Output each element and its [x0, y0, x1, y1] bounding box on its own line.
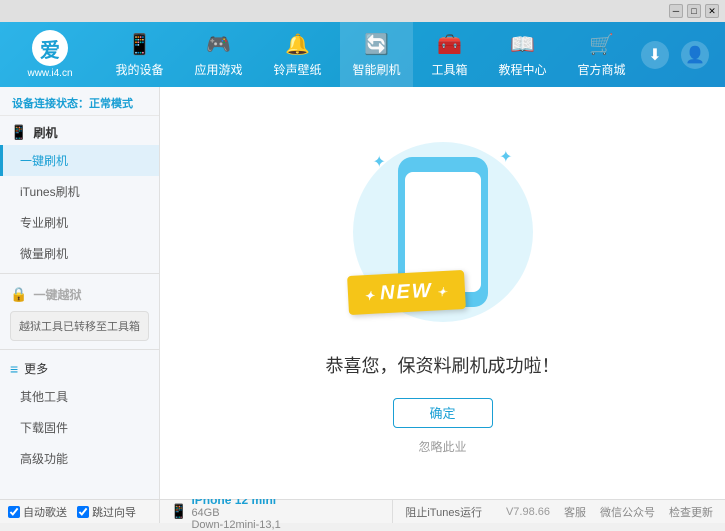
device-firmware: Down-12mini-13,1: [191, 519, 280, 531]
auto-close-input[interactable]: [8, 506, 20, 518]
nav-smart-flash-label: 智能刷机: [352, 61, 400, 78]
minimize-button[interactable]: ─: [669, 4, 683, 18]
nav-ringtone[interactable]: 🔔 铃声壁纸: [261, 22, 333, 87]
device-icon: 📱: [170, 503, 187, 520]
close-button[interactable]: ✕: [705, 4, 719, 18]
nav-toolbox-label: 工具箱: [431, 61, 467, 78]
sparkle-2: ✦: [499, 147, 512, 167]
nav-official-store-label: 官方商城: [577, 61, 625, 78]
logo-url: www.i4.cn: [27, 68, 72, 79]
save-flash-label: 微量刷机: [20, 247, 68, 261]
skip-wizard-label: 跳过向导: [92, 504, 136, 520]
nav-apps-games-label: 应用游戏: [194, 61, 242, 78]
nav-apps-games[interactable]: 🎮 应用游戏: [182, 22, 254, 87]
wechat-link[interactable]: 微信公众号: [600, 504, 655, 520]
download-fw-label: 下载固件: [20, 421, 68, 435]
bottom-bar: 自动歌送 跳过向导 📱 iPhone 12 mini 64GB Down-12m…: [0, 499, 725, 523]
nav-tutorial[interactable]: 📖 教程中心: [486, 22, 558, 87]
ringtone-icon: 🔔: [285, 32, 310, 57]
more-section-icon: ≡: [10, 361, 18, 377]
main-area: 设备连接状态：正常模式 📱 刷机 一键刷机 iTunes刷机 专业刷机 微量刷机…: [0, 87, 725, 499]
jailbreak-note: 越狱工具已转移至工具箱: [10, 311, 149, 341]
ignore-link[interactable]: 忽略此业: [418, 438, 466, 455]
itunes-label: 阻止iTunes运行: [405, 504, 482, 520]
more-section-header: ≡ 更多: [0, 354, 159, 381]
more-section-title: 更多: [24, 360, 48, 377]
skip-wizard-checkbox[interactable]: 跳过向导: [77, 504, 136, 520]
official-store-icon: 🛒: [589, 32, 614, 57]
auto-close-checkbox[interactable]: 自动歌送: [8, 504, 67, 520]
pro-flash-label: 专业刷机: [20, 216, 68, 230]
nav-tutorial-label: 教程中心: [498, 61, 546, 78]
sidebar-item-other-tools[interactable]: 其他工具: [0, 381, 159, 412]
toolbox-icon: 🧰: [437, 32, 462, 57]
user-button[interactable]: 👤: [681, 41, 709, 69]
smart-flash-icon: 🔄: [364, 32, 389, 57]
auto-close-label: 自动歌送: [23, 504, 67, 520]
checkbox-area: 自动歌送 跳过向导: [8, 504, 136, 520]
sidebar-divider-1: [0, 273, 159, 274]
jailbreak-section-title: 一键越狱: [33, 286, 81, 303]
sidebar-item-save-flash[interactable]: 微量刷机: [0, 238, 159, 269]
nav-my-device-label: 我的设备: [115, 61, 163, 78]
nav-my-device[interactable]: 📱 我的设备: [103, 22, 175, 87]
status-label: 设备连接状态：: [12, 98, 89, 110]
nav-right-buttons: ⬇ 👤: [641, 41, 725, 69]
skip-wizard-input[interactable]: [77, 506, 89, 518]
jailbreak-note-text: 越狱工具已转移至工具箱: [19, 321, 140, 333]
confirm-button[interactable]: 确定: [393, 398, 493, 428]
device-storage: 64GB: [191, 507, 280, 519]
success-message: 恭喜您，保资料刷机成功啦！: [326, 352, 560, 378]
logo-area[interactable]: 爱 www.i4.cn: [0, 22, 100, 87]
sidebar-item-pro-flash[interactable]: 专业刷机: [0, 207, 159, 238]
bottom-right-section: V7.98.66 客服 微信公众号 检查更新: [494, 504, 725, 520]
sidebar: 设备连接状态：正常模式 📱 刷机 一键刷机 iTunes刷机 专业刷机 微量刷机…: [0, 87, 160, 499]
phone-illustration: ✦ ✦ ✦ NEW: [343, 132, 543, 332]
flash-section-title: 刷机: [33, 124, 57, 141]
flash-section-header: 📱 刷机: [0, 116, 159, 145]
other-tools-label: 其他工具: [20, 390, 68, 404]
sidebar-divider-2: [0, 349, 159, 350]
new-badge: NEW: [347, 269, 466, 314]
nav-smart-flash[interactable]: 🔄 智能刷机: [340, 22, 412, 87]
header: 爱 www.i4.cn 📱 我的设备 🎮 应用游戏 🔔 铃声壁纸 🔄 智能刷机 …: [0, 22, 725, 87]
maximize-button[interactable]: □: [687, 4, 701, 18]
title-bar: ─ □ ✕: [0, 0, 725, 22]
nav-ringtone-label: 铃声壁纸: [273, 61, 321, 78]
content-area: ✦ ✦ ✦ NEW 恭喜您，保资料刷机成功啦！ 确定 忽略此业: [160, 87, 725, 499]
sidebar-item-advanced[interactable]: 高级功能: [0, 443, 159, 474]
service-link[interactable]: 客服: [564, 504, 586, 520]
tutorial-icon: 📖: [510, 32, 535, 57]
itunes-bar: 阻止iTunes运行: [392, 500, 494, 523]
sidebar-item-download-fw[interactable]: 下载固件: [0, 412, 159, 443]
my-device-icon: 📱: [127, 32, 152, 57]
sidebar-item-one-key-flash[interactable]: 一键刷机: [0, 145, 159, 176]
download-button[interactable]: ⬇: [641, 41, 669, 69]
flash-section-icon: 📱: [10, 124, 27, 141]
check-update-link[interactable]: 检查更新: [669, 504, 713, 520]
sidebar-item-itunes-flash[interactable]: iTunes刷机: [0, 176, 159, 207]
sparkle-1: ✦: [373, 152, 386, 172]
bottom-left-section: 自动歌送 跳过向导: [0, 500, 160, 523]
connection-status: 设备连接状态：正常模式: [0, 87, 159, 116]
status-value: 正常模式: [89, 98, 133, 110]
nav-bar: 📱 我的设备 🎮 应用游戏 🔔 铃声壁纸 🔄 智能刷机 🧰 工具箱 📖 教程中心…: [100, 22, 641, 87]
nav-official-store[interactable]: 🛒 官方商城: [565, 22, 637, 87]
nav-toolbox[interactable]: 🧰 工具箱: [419, 22, 479, 87]
jailbreak-section-header: 🔒 一键越狱: [0, 278, 159, 307]
logo-icon: 爱: [32, 30, 68, 66]
one-key-flash-label: 一键刷机: [20, 154, 68, 168]
version-label: V7.98.66: [506, 506, 550, 518]
advanced-label: 高级功能: [20, 452, 68, 466]
itunes-flash-label: iTunes刷机: [20, 185, 80, 199]
jailbreak-section-icon: 🔒: [10, 286, 27, 303]
apps-games-icon: 🎮: [206, 32, 231, 57]
